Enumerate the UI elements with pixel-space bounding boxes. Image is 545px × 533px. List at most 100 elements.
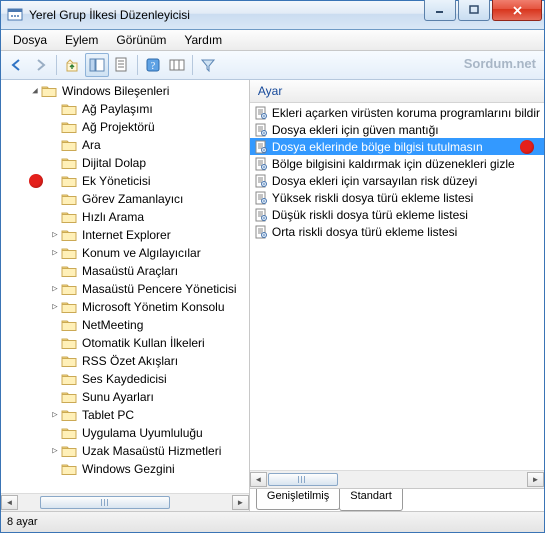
statusbar: 8 ayar [1,511,544,532]
folder-icon [61,102,77,116]
app-window: Yerel Grup İlkesi Düzenleyicisi Dosya Ey… [0,0,545,533]
tab-extended[interactable]: Genişletilmiş [256,489,340,510]
maximize-button[interactable] [458,0,490,21]
scroll-left-button[interactable]: ◄ [1,495,18,510]
tree-hscrollbar[interactable]: ◄ ► [1,493,249,511]
setting-label: Dosya ekleri için güven mantığı [272,123,439,137]
setting-icon [254,174,268,188]
tab-standard[interactable]: Standart [339,489,403,511]
titlebar: Yerel Grup İlkesi Düzenleyicisi [1,1,544,30]
setting-label: Dosya eklerinde bölge bilgisi tutulmasın [272,140,483,154]
list-pane: Ayar Ekleri açarken virüsten koruma prog… [250,80,544,511]
folder-icon [61,246,77,260]
setting-label: Dosya ekleri için varsayılan risk düzeyi [272,174,477,188]
expand-icon[interactable]: ▷ [49,302,61,312]
marker-dot-icon [520,140,534,154]
tree-item[interactable]: ▷Uzak Masaüstü Hizmetleri [1,442,249,460]
menu-action[interactable]: Eylem [57,31,106,49]
tree-label: Masaüstü Araçları [80,264,180,278]
folder-icon [61,462,77,476]
setting-row[interactable]: Dosya eklerinde bölge bilgisi tutulmasın [250,138,544,155]
up-button[interactable] [61,54,83,76]
tree-label: Ağ Projektörü [80,120,157,134]
tree-item[interactable]: Görev Zamanlayıcı [1,190,249,208]
folder-icon [61,354,77,368]
tree-item[interactable]: Otomatik Kullan İlkeleri [1,334,249,352]
tree-item[interactable]: ▷ Masaüstü Pencere Yöneticisi [1,280,249,298]
tree-item[interactable]: Windows Gezgini [1,460,249,478]
menu-file[interactable]: Dosya [5,31,55,49]
tree-label: Masaüstü Pencere Yöneticisi [80,282,239,296]
tree-item[interactable]: Sunu Ayarları [1,388,249,406]
scroll-right-button[interactable]: ► [232,495,249,510]
show-hide-tree-button[interactable] [85,53,109,77]
tree-item[interactable]: ▷ Tablet PC [1,406,249,424]
tree-label: Ara [80,138,103,152]
tree-item[interactable]: ▷ Internet Explorer [1,226,249,244]
scroll-left-button[interactable]: ◄ [250,472,267,487]
tree-label: RSS Özet Akışları [80,354,180,368]
folder-icon [61,318,77,332]
folder-icon [41,84,57,98]
folder-icon [61,138,77,152]
collapse-icon[interactable]: ◢ [29,86,41,96]
tree-label: Ses Kaydedicisi [80,372,169,386]
close-button[interactable] [492,0,542,21]
forward-button[interactable] [30,54,52,76]
tree-label: Internet Explorer [80,228,173,242]
tree-item[interactable]: NetMeeting [1,316,249,334]
list-hscrollbar[interactable]: ◄ ► [250,470,544,488]
tree-item[interactable]: Uygulama Uyumluluğu [1,424,249,442]
tree-item[interactable]: RSS Özet Akışları [1,352,249,370]
tree-item[interactable]: Ağ Projektörü [1,118,249,136]
tree-label: Ağ Paylaşımı [80,102,155,116]
tree-item[interactable]: Ağ Paylaşımı [1,100,249,118]
expand-icon[interactable]: ▷ [49,284,61,294]
folder-icon [61,264,77,278]
back-button[interactable] [6,54,28,76]
list-scroll[interactable]: Ekleri açarken virüsten koruma programla… [250,103,544,470]
properties-button[interactable] [111,54,133,76]
setting-row[interactable]: Dosya ekleri için güven mantığı [250,121,544,138]
menu-help[interactable]: Yardım [176,31,230,49]
filter-button[interactable] [197,54,219,76]
help-button[interactable]: ? [142,54,164,76]
setting-row[interactable]: Orta riskli dosya türü ekleme listesi [250,223,544,240]
setting-row[interactable]: Düşük riskli dosya türü ekleme listesi [250,206,544,223]
setting-row[interactable]: Bölge bilgisini kaldırmak için düzenekle… [250,155,544,172]
tree-label: Tablet PC [80,408,136,422]
options-button[interactable] [166,54,188,76]
tree-item[interactable]: Hızlı Arama [1,208,249,226]
scroll-right-button[interactable]: ► [527,472,544,487]
setting-row[interactable]: Yüksek riskli dosya türü ekleme listesi [250,189,544,206]
column-header-setting[interactable]: Ayar [250,80,544,103]
toolbar-separator [137,55,138,75]
setting-row[interactable]: Dosya ekleri için varsayılan risk düzeyi [250,172,544,189]
expand-icon[interactable]: ▷ [49,230,61,240]
tree-item[interactable]: ▷Microsoft Yönetim Konsolu [1,298,249,316]
tree-item[interactable]: Dijital Dolap [1,154,249,172]
expand-icon[interactable]: ▷ [49,248,61,258]
tree-item[interactable]: Ek Yöneticisi [1,172,249,190]
tree-item[interactable]: Ses Kaydedicisi [1,370,249,388]
setting-row[interactable]: Ekleri açarken virüsten koruma programla… [250,104,544,121]
toolbar: ? Sordum.net [1,51,544,80]
tree-scroll[interactable]: ◢Windows Bileşenleri Ağ Paylaşımı Ağ Proje… [1,80,249,493]
expand-icon[interactable]: ▷ [49,446,61,456]
toolbar-separator [56,55,57,75]
bottom-tabs: Genişletilmiş Standart [250,488,544,511]
minimize-button[interactable] [424,0,456,21]
expand-icon[interactable]: ▷ [49,410,61,420]
folder-icon [61,300,77,314]
tree-item[interactable]: ▷ Konum ve Algılayıcılar [1,244,249,262]
setting-icon [254,140,268,154]
tree-label: Otomatik Kullan İlkeleri [80,336,207,350]
tree-pane: ◢Windows Bileşenleri Ağ Paylaşımı Ağ Proje… [1,80,250,511]
menu-view[interactable]: Görünüm [108,31,174,49]
tree-item[interactable]: Masaüstü Araçları [1,262,249,280]
folder-icon [61,282,77,296]
tree-label: Uygulama Uyumluluğu [80,426,205,440]
tree-root[interactable]: ◢Windows Bileşenleri [1,82,249,100]
tree-item[interactable]: Ara [1,136,249,154]
tree-label: Konum ve Algılayıcılar [80,246,203,260]
